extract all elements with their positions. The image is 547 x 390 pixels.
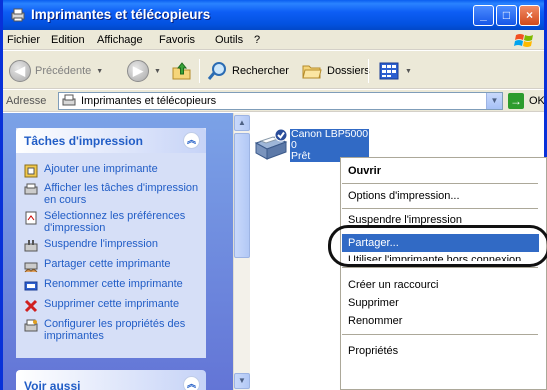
rename-icon xyxy=(24,281,38,291)
menu-item-create-shortcut[interactable]: Créer un raccourci xyxy=(348,279,438,291)
title-bar[interactable]: Imprimantes et télécopieurs _ □ × xyxy=(3,0,544,30)
menu-fichier[interactable]: Fichier xyxy=(7,34,40,46)
back-arrow-icon: ◀ xyxy=(9,60,31,82)
menu-item-rename[interactable]: Renommer xyxy=(348,315,402,327)
printer-folder-icon xyxy=(62,94,76,106)
task-share[interactable]: Partager cette imprimante xyxy=(24,258,202,273)
menu-affichage[interactable]: Affichage xyxy=(97,34,143,46)
folder-up-icon xyxy=(172,62,191,80)
printer-folder-icon xyxy=(11,8,25,22)
toolbar-separator xyxy=(368,59,369,83)
forward-dropdown-icon[interactable]: ▼ xyxy=(154,68,161,75)
menu-item-delete[interactable]: Supprimer xyxy=(348,297,399,309)
menu-help[interactable]: ? xyxy=(254,34,260,46)
address-input[interactable]: Imprimantes et télécopieurs ▼ xyxy=(58,92,503,110)
task-preferences[interactable]: Sélectionnez les préférences d'impressio… xyxy=(24,210,202,234)
address-dropdown-icon[interactable]: ▼ xyxy=(486,93,502,109)
search-label: Rechercher xyxy=(232,65,289,77)
print-tasks-header[interactable]: Tâches d'impression ︽ xyxy=(16,128,206,153)
back-label: Précédente xyxy=(35,65,92,77)
highlight-oval xyxy=(328,225,547,267)
address-bar: Adresse Imprimantes et télécopieurs ▼ → … xyxy=(3,90,544,112)
task-delete[interactable]: Supprimer cette imprimante xyxy=(24,298,202,313)
menu-item-open[interactable]: Ouvrir xyxy=(348,165,381,177)
see-also-header[interactable]: Voir aussi ︽ xyxy=(16,370,206,390)
print-tasks-panel: Tâches d'impression ︽ Ajouter une imprim… xyxy=(16,128,206,358)
print-queue-icon xyxy=(24,183,38,195)
search-icon xyxy=(207,62,226,80)
up-folder-button[interactable] xyxy=(171,60,193,82)
add-printer-icon xyxy=(24,164,38,178)
search-button[interactable]: Rechercher xyxy=(206,60,289,82)
toolbar-separator xyxy=(199,59,200,83)
scroll-up-icon[interactable]: ▲ xyxy=(234,115,250,131)
task-pane-scrollbar[interactable]: ▲ ▼ xyxy=(233,113,250,390)
printer-icon[interactable] xyxy=(253,127,289,163)
scroll-down-icon[interactable]: ▼ xyxy=(234,373,250,389)
print-tasks-title: Tâches d'impression xyxy=(24,134,143,148)
menu-item-print-options[interactable]: Options d'impression... xyxy=(348,190,460,202)
preferences-icon xyxy=(25,211,37,225)
go-button[interactable]: → OK xyxy=(508,93,545,109)
go-label: OK xyxy=(529,95,545,107)
toolbar: ◀ Précédente ▼ ▶ ▼ Rechercher Dossiers ▼ xyxy=(3,51,544,89)
collapse-chevron-icon[interactable]: ︽ xyxy=(183,376,200,390)
address-value: Imprimantes et télécopieurs xyxy=(81,95,217,107)
forward-button[interactable]: ▶ ▼ xyxy=(127,60,161,82)
window-title: Imprimantes et télécopieurs xyxy=(31,7,211,22)
maximize-button[interactable]: □ xyxy=(496,5,517,26)
address-label: Adresse xyxy=(6,95,47,107)
menu-favoris[interactable]: Favoris xyxy=(159,34,195,46)
task-add-printer[interactable]: Ajouter une imprimante xyxy=(24,163,202,178)
context-menu: Ouvrir Options d'impression... Suspendre… xyxy=(340,157,547,390)
menu-item-properties[interactable]: Propriétés xyxy=(348,345,398,357)
back-dropdown-icon[interactable]: ▼ xyxy=(96,68,103,75)
printer-name: Canon LBP5000 xyxy=(291,128,369,140)
views-grid-icon xyxy=(379,62,399,80)
task-view-jobs[interactable]: Afficher les tâches d'impression en cour… xyxy=(24,182,202,206)
menu-edition[interactable]: Edition xyxy=(51,34,85,46)
menu-separator xyxy=(342,334,538,335)
folders-button[interactable]: Dossiers xyxy=(301,60,370,82)
menu-outils[interactable]: Outils xyxy=(215,34,243,46)
minimize-button[interactable]: _ xyxy=(473,5,494,26)
views-dropdown-icon: ▼ xyxy=(405,67,412,75)
menu-separator xyxy=(342,183,538,184)
close-button[interactable]: × xyxy=(519,5,540,26)
task-rename[interactable]: Renommer cette imprimante xyxy=(24,278,202,293)
collapse-chevron-icon[interactable]: ︽ xyxy=(183,132,200,149)
task-pane: Tâches d'impression ︽ Ajouter une imprim… xyxy=(3,113,233,390)
delete-x-icon xyxy=(24,299,38,313)
task-properties[interactable]: Configurer les propriétés des imprimante… xyxy=(24,318,202,342)
printer-properties-icon xyxy=(24,319,38,332)
scroll-thumb[interactable] xyxy=(234,133,250,258)
pause-printer-icon xyxy=(24,240,38,252)
views-button[interactable]: ▼ xyxy=(378,60,412,82)
menu-separator xyxy=(342,208,538,209)
forward-arrow-icon: ▶ xyxy=(127,60,149,82)
menu-separator xyxy=(342,267,538,268)
task-pause[interactable]: Suspendre l'impression xyxy=(24,238,202,253)
windows-logo-icon xyxy=(514,34,533,47)
back-button[interactable]: ◀ Précédente ▼ xyxy=(9,60,103,82)
share-printer-icon xyxy=(24,262,38,273)
go-arrow-icon: → xyxy=(508,93,524,109)
folders-icon xyxy=(302,65,322,79)
menu-bar: Fichier Edition Affichage Favoris Outils… xyxy=(3,30,544,50)
folders-label: Dossiers xyxy=(327,65,370,77)
see-also-title: Voir aussi xyxy=(24,379,81,390)
